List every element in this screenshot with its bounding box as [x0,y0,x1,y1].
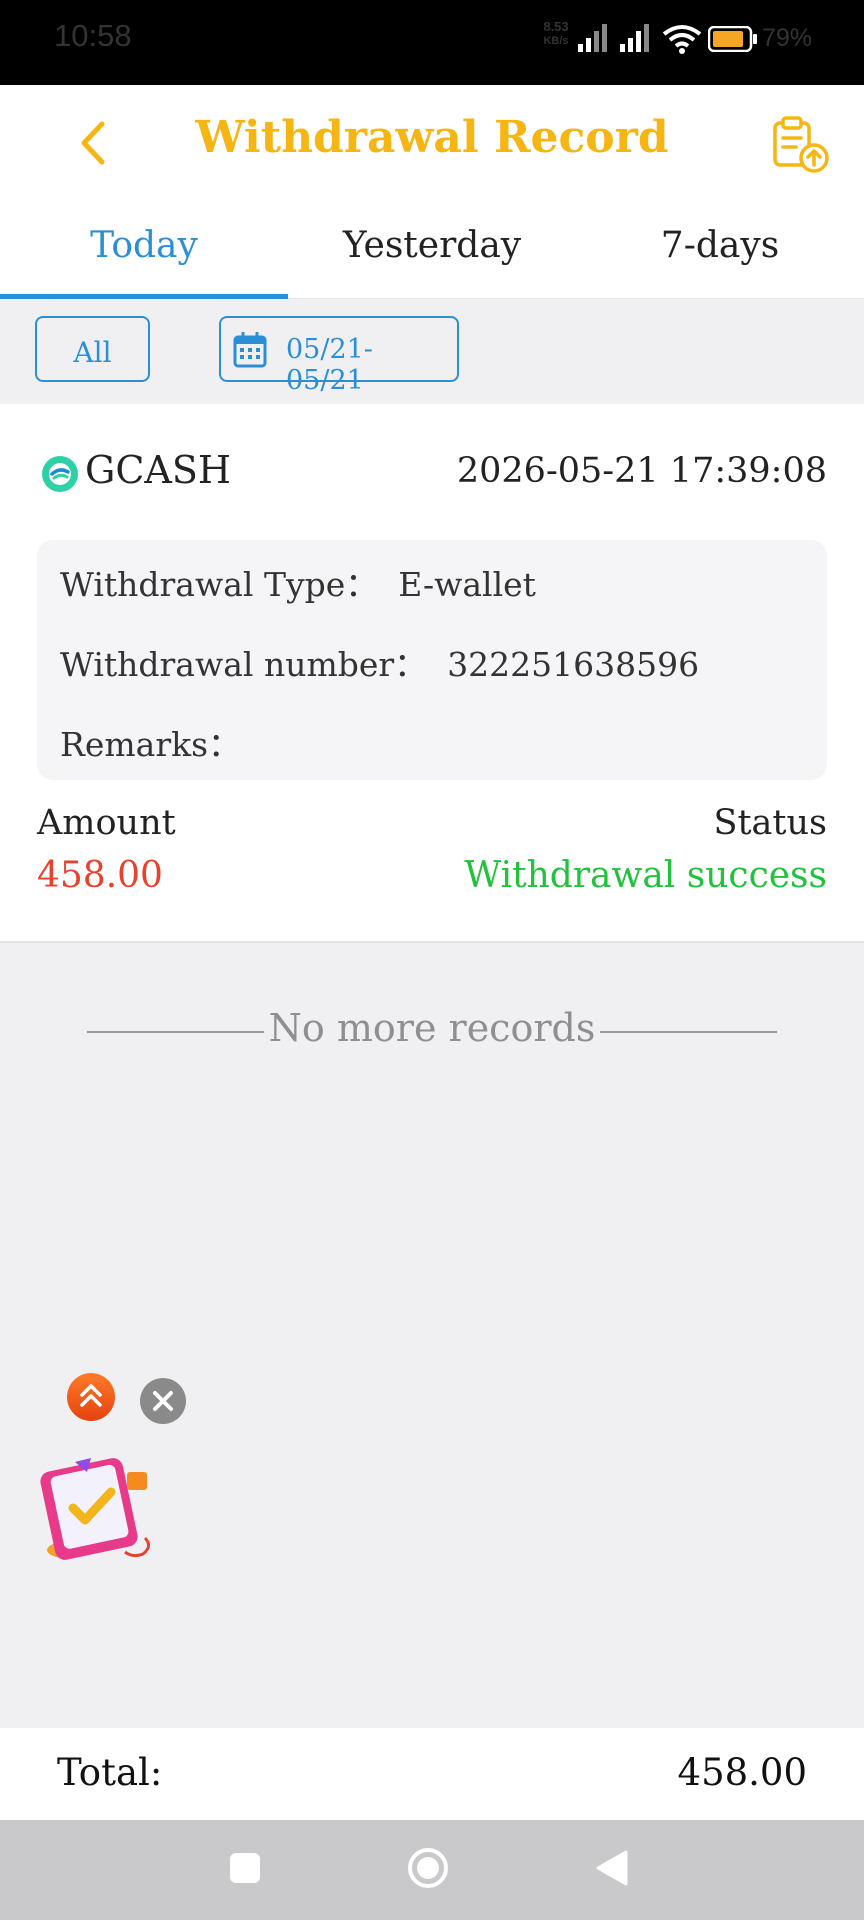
circle-icon[interactable] [406,1846,450,1890]
network-speed-value: 8.53 [543,19,569,34]
wifi-icon [662,25,702,54]
gift-checklist-icon[interactable] [35,1450,155,1570]
signal-icon [578,24,607,52]
signal-icon-2 [620,24,649,52]
withdrawal-type-label: Withdrawal Type： [60,565,379,604]
square-icon[interactable] [228,1851,262,1885]
type-filter-button[interactable]: All [35,316,150,382]
date-range-label: 05/21- 05/21 [286,334,373,396]
remarks-row: Remarks： [60,718,261,766]
total-value: 458.00 [677,1751,807,1794]
status-label: Status [713,803,827,843]
battery-icon [708,26,757,52]
withdrawal-number-label: Withdrawal number： [60,645,428,684]
close-icon [153,1391,173,1411]
triangle-back-icon[interactable] [594,1848,630,1888]
tab-today[interactable]: Today [0,225,288,266]
status-value: Withdrawal success [464,855,827,896]
double-chevron-up-icon [80,1384,102,1407]
tab-yesterday[interactable]: Yesterday [288,225,576,266]
record-datetime: 2026-05-21 17:39:08 [456,451,827,491]
battery-percent: 79% [762,24,813,52]
tab-7-days[interactable]: 7-days [576,225,864,266]
clipboard-upload-icon[interactable] [770,114,830,174]
payment-method-name: GCASH [85,448,232,492]
withdrawal-number-row: Withdrawal number： 322251638596 [60,638,699,686]
remarks-label: Remarks： [60,725,242,764]
network-speed-unit: KB/s [543,35,569,47]
status-time: 10:58 [54,18,132,53]
total-label: Total: [57,1751,163,1794]
withdrawal-type-row: Withdrawal Type： E-wallet [60,558,536,606]
gcash-logo-icon [42,456,78,492]
page-title: Withdrawal Record [195,112,669,163]
no-more-records-text: No more records [268,1006,596,1050]
divider-right [600,1031,777,1033]
amount-value: 458.00 [37,855,163,896]
scroll-to-top-button[interactable] [67,1373,115,1421]
calendar-icon [233,332,267,368]
close-floating-button[interactable] [140,1378,186,1424]
amount-label: Amount [37,803,176,843]
date-range-button[interactable]: 05/21- 05/21 [219,316,459,396]
withdrawal-type-value: E-wallet [398,565,536,604]
withdrawal-number-value: 322251638596 [447,645,700,684]
network-speed: 8.53 KB/s [538,19,574,49]
